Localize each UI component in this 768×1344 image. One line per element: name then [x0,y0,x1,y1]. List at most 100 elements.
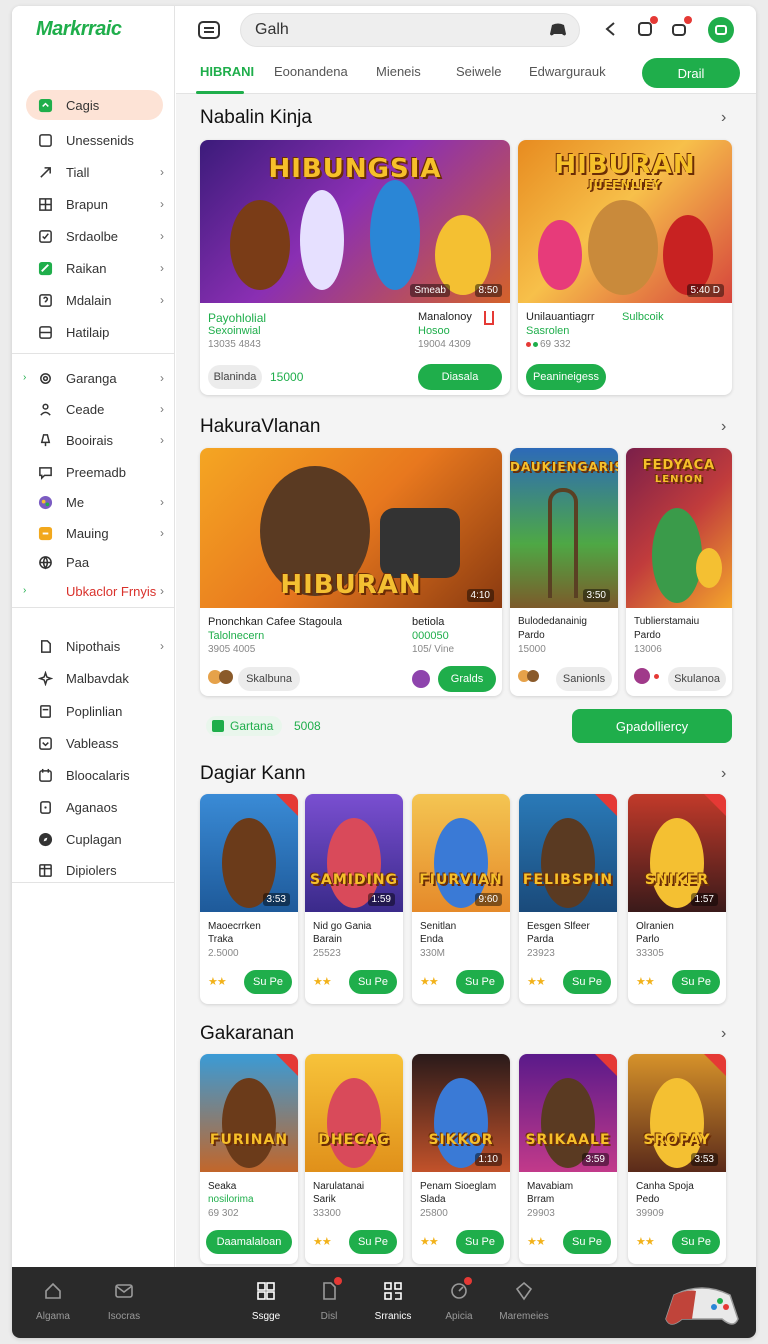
tab-mieneis[interactable]: Mieneis [376,64,421,79]
tab-hibrani[interactable]: HIBRANI [200,64,254,79]
game-card[interactable]: 3:53 Maoecrrken Traka 2.5000 ★★ Su Pe [200,794,298,1004]
game-card[interactable]: FEDYACA LENION Tublierstamaiu Pardo 1300… [626,448,732,696]
chevron-right-icon[interactable]: › [721,1025,726,1043]
rating-dot-icon [533,342,538,347]
featured-card[interactable]: HIBURAN JUEENLIEY 5:40 D Unilauantiagrr … [518,140,732,395]
drail-button[interactable]: Drail [642,58,740,88]
wide-action-button[interactable]: Gpadolliercy [572,709,732,743]
game-card[interactable]: FIURVIAN 9:60 Senitlan Enda 330M ★★ Su Pe [412,794,510,1004]
game-card[interactable]: DAUKIENGARIS 3:50 Bulodedanainig Pardo 1… [510,448,618,696]
bookmark-icon[interactable] [484,311,494,325]
card-meta: 23923 [527,948,555,959]
sidebar-item-brapun[interactable]: Brapun › [26,189,176,219]
search-input[interactable] [255,21,535,39]
sidebar-item-poplinlian[interactable]: Poplinlian [26,696,176,726]
game-card[interactable]: SRIKAALE 3:59 Mavabiam Brram 29903 ★★ Su Pe [519,1054,617,1264]
gem-icon [489,1279,559,1303]
sidebar-item-ubkaclor-frnyis[interactable]: Ubkaclor Frnyis › › [23,576,176,606]
expand-arrow-icon[interactable]: › [23,372,26,383]
card-art-title: SIKKOR [428,1132,494,1148]
sidebar-item-paa[interactable]: Paa [26,547,176,577]
game-card[interactable]: SROPAY 3:53 Canha Spoja Pedo 39909 ★★ Su Pe [628,1054,726,1264]
featured-card[interactable]: HIBUNGSIA Smeab 8:50 Payohlolial Sexoinw… [200,140,510,395]
bottom-nav-label: Srranics [374,1311,412,1322]
chevron-right-icon[interactable]: › [721,765,726,783]
card-action-button[interactable]: Su Pe [563,1230,611,1254]
game-card[interactable]: DHECAG Narulatanai Sarik 33300 ★★ Su Pe [305,1054,403,1264]
bottom-nav-disl[interactable]: Disl [294,1277,364,1322]
share-icon[interactable] [600,18,622,40]
card-subtitle: Talolnecern [208,630,265,642]
sidebar-item-aganaos[interactable]: Aganaos [26,792,176,822]
bag-icon[interactable] [668,16,692,40]
hot-badge-icon [276,1054,298,1076]
card-category-pill[interactable]: Blaninda [208,365,262,389]
gamepad-icon[interactable] [549,22,567,38]
card-category-pill[interactable]: Skalbuna [238,667,300,691]
user-avatar[interactable] [708,17,734,43]
rating-stars-icon: ★★ [527,1236,546,1248]
card-duration: 1:57 [690,893,718,906]
game-card[interactable]: FURINAN Seaka nosilorima 69 302 Daamalaloan [200,1054,298,1264]
sidebar-item-mauing[interactable]: Mauing › [26,518,176,548]
sidebar-item-srdaolbe[interactable]: Srdaolbe › [26,221,176,251]
game-controller-icon[interactable] [662,1275,742,1331]
card-action-button[interactable]: Su Pe [456,970,504,994]
card-category-pill[interactable]: Skulanoa [668,667,726,691]
card-category-pill[interactable]: Sanionls [556,667,612,691]
card-action-button[interactable]: Su Pe [349,1230,397,1254]
card-action-button[interactable]: Peanineigess [526,364,606,390]
hot-badge-icon [276,794,298,816]
bottom-nav-maremeies[interactable]: Maremeies [489,1279,559,1322]
sidebar-item-cuplagan[interactable]: Cuplagan [26,824,176,854]
category-chip[interactable]: Gartana [206,716,282,736]
bottom-nav-algama[interactable]: Algama [18,1279,88,1322]
sidebar-item-me[interactable]: Me › [26,487,176,517]
menu-icon[interactable] [198,20,220,40]
card-action-button[interactable]: Gralds [438,666,496,692]
chevron-right-icon[interactable]: › [721,109,726,127]
card-action-button[interactable]: Su Pe [456,1230,504,1254]
tab-eoonandena[interactable]: Eoonandena [274,64,348,79]
card-action-button[interactable]: Daamalaloan [206,1230,292,1254]
bottom-nav-isocras[interactable]: Isocras [89,1279,159,1322]
sidebar-item-dipiolers[interactable]: Dipiolers [26,855,176,885]
card-action-button[interactable]: Su Pe [672,1230,720,1254]
main-content: HIBRANI Eoonandena Mieneis Seiwele Edwar… [176,6,756,1267]
bottom-nav-ssgge[interactable]: Ssgge [231,1279,301,1322]
card-action-button[interactable]: Su Pe [563,970,611,994]
sidebar-item-nipothais[interactable]: Nipothais › [26,631,176,661]
notification-icon[interactable] [634,16,658,40]
sidebar-item-unessenids[interactable]: Unessenids [26,125,176,155]
game-card[interactable]: SNIKER 1:57 Olranien Parlo 33305 ★★ Su Pe [628,794,726,1004]
card-action-button[interactable]: Su Pe [244,970,292,994]
sidebar-item-bloocalaris[interactable]: Bloocalaris [26,760,176,790]
app-logo[interactable]: Markrraic [36,18,122,41]
sidebar-item-malbavdak[interactable]: Malbavdak [26,663,176,693]
sidebar-item-cagis[interactable]: Cagis [26,90,163,120]
sidebar-item-garanga[interactable]: Garanga › › [23,363,176,393]
tab-edwargurauk[interactable]: Edwargurauk [529,64,606,79]
game-card[interactable]: SIKKOR 1:10 Penam Sioeglam Slada 25800 ★★ Su P… [412,1054,510,1264]
sidebar-item-raikan[interactable]: Raikan › [26,253,176,283]
green-square-icon [212,720,224,732]
bottom-nav-apicia[interactable]: Apicia [424,1277,494,1322]
sidebar-item-vableass[interactable]: Vableass [26,728,176,758]
sidebar-item-hatilaip[interactable]: Hatilaip [26,317,176,347]
sidebar-item-mdalain[interactable]: Mdalain › [26,285,176,315]
sidebar-item-ceade[interactable]: Ceade › [26,394,176,424]
bottom-nav-srranics[interactable]: Srranics [358,1279,428,1322]
card-action-button[interactable]: Diasala [418,364,502,390]
featured-card[interactable]: HIBURAN 4:10 Pnonchkan Cafee Stagoula Ta… [200,448,502,696]
card-action-button[interactable]: Su Pe [349,970,397,994]
game-card[interactable]: FELIBSPIN Eesgen Slfeer Parda 23923 ★★ Su Pe [519,794,617,1004]
tab-seiwele[interactable]: Seiwele [456,64,502,79]
card-subtitle: Sasrolen [526,325,570,337]
card-action-button[interactable]: Su Pe [672,970,720,994]
chevron-right-icon[interactable]: › [721,418,726,436]
expand-arrow-icon[interactable]: › [23,585,26,596]
game-card[interactable]: SAMIDING 1:59 Nid go Gania Barain 25523 ★★ Su … [305,794,403,1004]
sidebar-item-booirais[interactable]: Booirais › [26,425,176,455]
sidebar-item-preemadb[interactable]: Preemadb [26,457,176,487]
sidebar-item-tiall[interactable]: Tiall › [26,157,176,187]
